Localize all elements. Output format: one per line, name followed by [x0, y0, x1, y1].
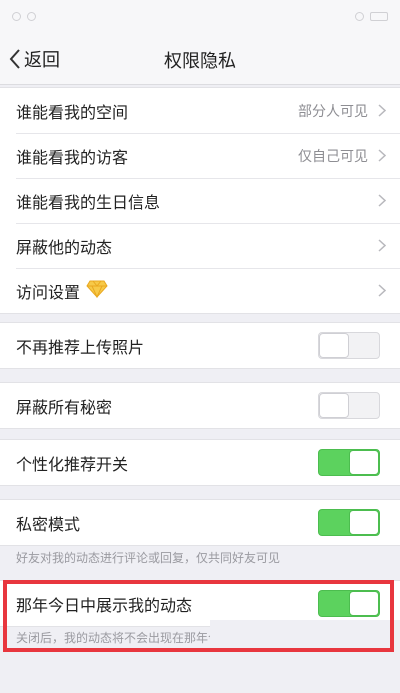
- toggle-knob: [319, 333, 349, 358]
- who-can-see-space-row[interactable]: 谁能看我的空间 部分人可见: [0, 88, 400, 133]
- toggle-knob: [319, 393, 349, 418]
- toggle-knob: [349, 591, 379, 616]
- toggle-knob: [349, 510, 379, 535]
- on-this-day-toggle[interactable]: [318, 590, 380, 617]
- on-this-day-note: 关闭后，我的动态将不会出现在那年今: [16, 631, 221, 645]
- row-label: 访问设置: [16, 282, 81, 302]
- visibility-settings-group: 谁能看我的空间 部分人可见 谁能看我的访客 仅自己可见 谁能看我的生日信息 屏蔽…: [0, 87, 400, 314]
- chevron-right-icon: [378, 284, 386, 297]
- private-mode-group: 私密模式: [0, 499, 400, 546]
- block-their-feed-row[interactable]: 屏蔽他的动态: [0, 223, 400, 268]
- status-left: [12, 12, 36, 21]
- row-label: 谁能看我的空间: [16, 102, 129, 122]
- chevron-right-icon: [378, 149, 386, 162]
- personalized-group: 个性化推荐开关: [0, 439, 400, 486]
- access-settings-row[interactable]: 访问设置: [0, 268, 400, 313]
- row-label: 屏蔽所有秘密: [16, 397, 113, 417]
- row-label: 谁能看我的生日信息: [16, 192, 161, 212]
- who-can-see-visitors-row[interactable]: 谁能看我的访客 仅自己可见: [0, 133, 400, 178]
- upload-recommend-group: 不再推荐上传照片: [0, 322, 400, 369]
- row-label: 私密模式: [16, 514, 81, 534]
- who-can-see-birthday-row[interactable]: 谁能看我的生日信息: [0, 178, 400, 223]
- status-bar: [0, 0, 400, 33]
- private-mode-note: 好友对我的动态进行评论或回复，仅共同好友可见: [16, 551, 281, 565]
- personalized-recommend-toggle[interactable]: [318, 449, 380, 476]
- battery-icon: [370, 12, 388, 21]
- page-title: 权限隐私: [164, 51, 236, 72]
- row-value: 仅自己可见: [298, 148, 368, 165]
- row-label: 谁能看我的访客: [16, 147, 129, 167]
- block-secrets-row: 屏蔽所有秘密: [0, 383, 400, 428]
- toggle-knob: [349, 450, 379, 475]
- row-label: 屏蔽他的动态: [16, 237, 113, 257]
- row-label: 不再推荐上传照片: [16, 337, 145, 357]
- personalized-recommend-row: 个性化推荐开关: [0, 440, 400, 485]
- diamond-icon: [86, 280, 108, 302]
- app-icon: [27, 12, 36, 21]
- notification-icon: [12, 12, 21, 21]
- status-right: [355, 12, 388, 21]
- private-mode-row: 私密模式: [0, 500, 400, 545]
- wifi-icon: [355, 12, 364, 21]
- nav-bar: 返回 权限隐私: [0, 33, 400, 85]
- no-recommend-upload-toggle[interactable]: [318, 332, 380, 359]
- row-value: 部分人可见: [298, 103, 368, 120]
- chevron-right-icon: [378, 104, 386, 117]
- chevron-right-icon: [378, 239, 386, 252]
- secrets-group: 屏蔽所有秘密: [0, 382, 400, 429]
- block-secrets-toggle[interactable]: [318, 392, 380, 419]
- private-mode-toggle[interactable]: [318, 509, 380, 536]
- no-recommend-upload-row: 不再推荐上传照片: [0, 323, 400, 368]
- chevron-right-icon: [378, 194, 386, 207]
- row-label: 个性化推荐开关: [16, 454, 129, 474]
- note-cutoff-mask: [210, 620, 400, 693]
- row-label: 那年今日中展示我的动态: [16, 595, 193, 615]
